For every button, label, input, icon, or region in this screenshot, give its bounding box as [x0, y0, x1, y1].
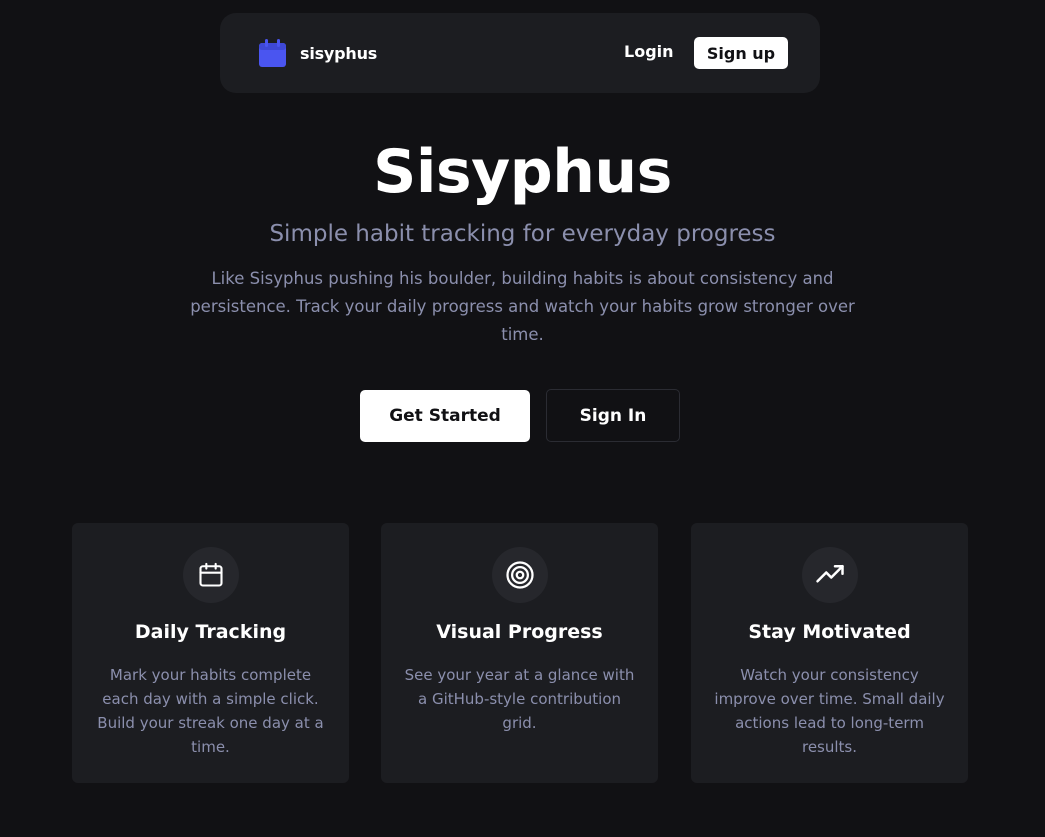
- sign-in-button[interactable]: Sign In: [546, 389, 680, 442]
- login-link[interactable]: Login: [624, 42, 674, 61]
- navbar: sisyphus Login Sign up: [220, 13, 820, 93]
- feature-card-stay-motivated: Stay Motivated Watch your consistency im…: [691, 523, 968, 783]
- feature-card-daily-tracking: Daily Tracking Mark your habits complete…: [72, 523, 349, 783]
- hero-description: Like Sisyphus pushing his boulder, build…: [190, 269, 855, 344]
- brand-link[interactable]: sisyphus: [257, 38, 377, 69]
- feature-card-visual-progress: Visual Progress See your year at a glanc…: [381, 523, 658, 783]
- signup-button[interactable]: Sign up: [694, 37, 788, 69]
- feature-icon-circle: [802, 547, 858, 603]
- feature-text: Watch your consistency improve over time…: [714, 666, 945, 756]
- feature-title: Stay Motivated: [748, 621, 911, 643]
- hero-subtitle: Simple habit tracking for everyday progr…: [269, 221, 776, 247]
- trending-up-icon: [816, 565, 844, 583]
- calendar-icon: [259, 39, 286, 67]
- feature-text: Mark your habits complete each day with …: [97, 666, 324, 756]
- calendar-icon: [199, 562, 223, 587]
- hero-title: Sisyphus: [373, 137, 672, 207]
- brand-name: sisyphus: [300, 44, 378, 63]
- feature-icon-circle: [492, 547, 548, 603]
- feature-title: Visual Progress: [436, 621, 603, 643]
- feature-text: See your year at a glance with a GitHub-…: [404, 666, 635, 732]
- feature-title: Daily Tracking: [134, 621, 287, 643]
- get-started-button[interactable]: Get Started: [360, 390, 530, 442]
- feature-icon-circle: [183, 547, 239, 603]
- landing-page: sisyphus Login Sign up Sisyphus Simple h…: [0, 0, 1045, 837]
- target-icon: [506, 561, 534, 589]
